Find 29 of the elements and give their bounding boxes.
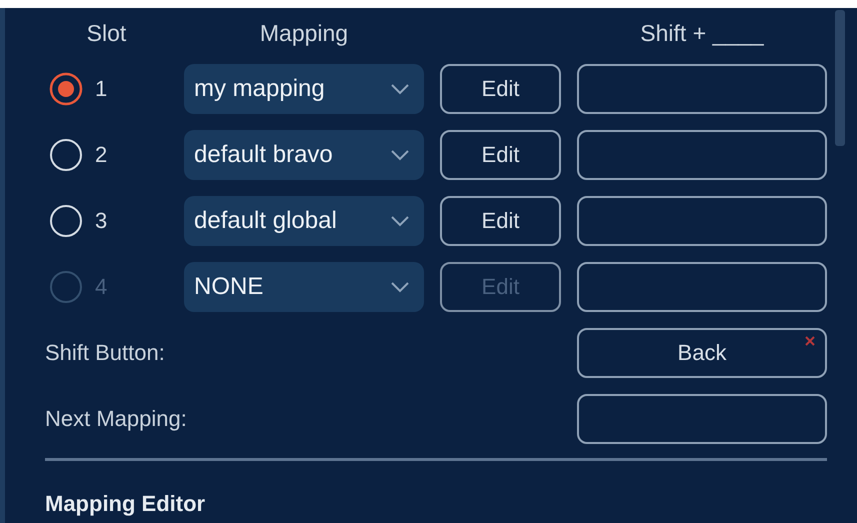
radio-button[interactable]	[49, 72, 83, 106]
shift-input-field[interactable]	[577, 262, 827, 312]
chevron-down-icon	[390, 83, 410, 95]
slot-number: 2	[95, 142, 108, 168]
slot-number: 4	[95, 274, 108, 300]
mapping-dropdown[interactable]: default global	[184, 196, 424, 246]
section-title: Mapping Editor	[45, 491, 206, 517]
edit-button[interactable]: Edit	[440, 130, 561, 180]
close-icon[interactable]	[805, 336, 815, 346]
shift-button-field[interactable]: Back	[577, 328, 827, 378]
shift-input-field[interactable]	[577, 64, 827, 114]
column-header: Shift + ____	[640, 20, 764, 46]
chevron-down-icon	[390, 281, 410, 293]
edit-button[interactable]: Edit	[440, 64, 561, 114]
field-label: Next Mapping:	[45, 406, 188, 432]
shift-input-field[interactable]	[577, 130, 827, 180]
slot-number: 3	[95, 208, 108, 234]
next-mapping-field[interactable]	[577, 394, 827, 444]
chevron-down-icon	[390, 215, 410, 227]
mapping-dropdown[interactable]: default bravo	[184, 130, 424, 180]
column-header: Mapping	[260, 20, 348, 46]
mapping-dropdown[interactable]: my mapping	[184, 64, 424, 114]
chevron-down-icon	[390, 149, 410, 161]
scrollbar[interactable]	[835, 10, 845, 146]
edit-button[interactable]: Edit	[440, 196, 561, 246]
column-header: Slot	[86, 20, 126, 46]
shift-input-field[interactable]	[577, 196, 827, 246]
slot-number: 1	[95, 76, 108, 102]
field-label: Shift Button:	[45, 340, 166, 366]
